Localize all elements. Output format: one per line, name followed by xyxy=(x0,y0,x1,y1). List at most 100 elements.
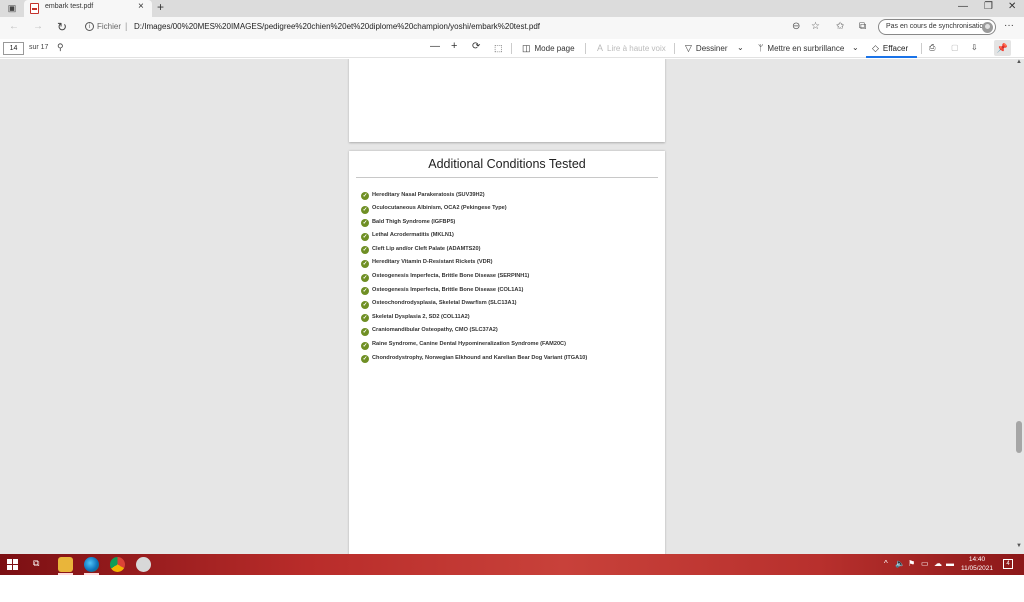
show-hidden-icons-icon[interactable]: ^ xyxy=(884,559,888,568)
highlight-dropdown-icon[interactable]: ⌄ xyxy=(852,43,859,52)
task-view-icon[interactable]: ⧉ xyxy=(33,558,39,569)
check-circle-icon: ✓ xyxy=(361,273,369,282)
volume-icon[interactable]: 🔈 xyxy=(895,559,905,568)
vertical-scrollbar[interactable]: ▲ ▼ xyxy=(1014,59,1024,554)
erase-label: Effacer xyxy=(882,44,909,53)
display-icon[interactable]: ▭ xyxy=(921,559,929,568)
mode-page-button[interactable]: ◫ Mode page xyxy=(522,43,575,54)
print-icon[interactable]: ⎙ xyxy=(929,43,935,53)
condition-text: Lethal Acrodermatitis (MKLN1) xyxy=(372,232,454,239)
profile-sync-button[interactable]: Pas en cours de synchronisation xyxy=(878,19,996,35)
read-aloud-button[interactable]: A Lire à haute voix xyxy=(597,43,666,53)
scroll-thumb[interactable] xyxy=(1016,421,1022,453)
clock-date: 11/05/2021 xyxy=(960,565,994,572)
pdf-file-icon xyxy=(30,3,39,14)
eraser-icon: ◇ xyxy=(872,43,879,53)
cloud-icon[interactable]: ☁ xyxy=(934,559,942,568)
more-icon[interactable]: ··· xyxy=(1004,20,1014,31)
draw-icon: ▽ xyxy=(685,43,692,53)
condition-text: Osteochondrodysplasia, Skeletal Dwarfism… xyxy=(372,300,517,307)
condition-text: Bald Thigh Syndrome (IGFBP5) xyxy=(372,218,456,225)
address-separator: | xyxy=(125,21,128,31)
chrome-icon[interactable] xyxy=(110,557,125,572)
save-as-icon[interactable]: ⇩ xyxy=(971,43,978,52)
search-icon[interactable]: ⚲ xyxy=(57,42,64,53)
restore-icon[interactable]: ❐ xyxy=(984,1,993,12)
check-circle-icon: ✓ xyxy=(361,205,369,214)
read-aloud-icon: A xyxy=(597,43,604,53)
page-number-input[interactable]: 14 xyxy=(3,42,24,55)
pdf-page-previous xyxy=(349,59,665,142)
info-icon[interactable]: i xyxy=(85,22,94,31)
forward-arrow-icon[interactable]: → xyxy=(33,21,43,32)
address-url-input[interactable]: D:/Images/00%20MES%20IMAGES/pedigree%20c… xyxy=(134,22,540,31)
tab-bar: ▣ embark test.pdf × + — ❐ ✕ xyxy=(0,0,1024,17)
condition-text: Chondrodystrophy, Norwegian Elkhound and… xyxy=(372,354,588,361)
page-title: Additional Conditions Tested xyxy=(428,157,586,171)
condition-text: Craniomandibular Osteopathy, CMO (SLC37A… xyxy=(372,327,498,334)
edge-browser-icon[interactable] xyxy=(84,557,99,572)
mode-page-label: Mode page xyxy=(534,44,575,53)
pdf-viewer: Additional Conditions Tested ✓ Hereditary… xyxy=(0,59,1024,554)
check-circle-icon: ✓ xyxy=(361,300,369,309)
conditions-list: ✓ Hereditary Nasal Parakeratosis (SUV39H2… xyxy=(361,191,661,368)
collections-icon[interactable]: ⧉ xyxy=(859,21,866,32)
condition-text: Skeletal Dysplasia 2, SD2 (COL11A2) xyxy=(372,313,470,320)
clock-time: 14:40 xyxy=(968,556,986,563)
condition-text: Cleft Lip and/or Cleft Palate (ADAMTS20) xyxy=(372,245,481,252)
pdf-toolbar: 14 sur 17 ⚲ — + ⟳ ⬚ ◫ Mode page A Lire à h… xyxy=(0,39,1024,58)
window-close-icon[interactable]: ✕ xyxy=(1008,1,1016,12)
minimize-icon[interactable]: — xyxy=(958,1,968,12)
condition-item: ✓ Chondrodystrophy, Norwegian Elkhound an… xyxy=(361,354,661,368)
toolbar-divider xyxy=(921,43,922,54)
scroll-up-icon[interactable]: ▲ xyxy=(1016,59,1022,65)
notification-center-icon[interactable]: 4 xyxy=(1003,559,1013,569)
tab-actions-icon[interactable]: ▣ xyxy=(4,2,20,15)
app-icon[interactable] xyxy=(136,557,151,572)
close-icon[interactable]: × xyxy=(138,1,144,12)
highlight-label: Mettre en surbrillance xyxy=(767,44,845,53)
scroll-down-icon[interactable]: ▼ xyxy=(1016,543,1022,549)
check-circle-icon: ✓ xyxy=(361,219,369,228)
new-tab-button[interactable]: + xyxy=(157,0,164,14)
star-add-icon[interactable]: ☆ xyxy=(811,21,820,32)
zoom-icon[interactable]: ⊖ xyxy=(792,21,800,32)
condition-item: ✓ Osteogenesis Imperfecta, Brittle Bone D… xyxy=(361,273,661,287)
condition-item: ✓ Craniomandibular Osteopathy, CMO (SLC37… xyxy=(361,327,661,341)
pdf-page-current: Additional Conditions Tested ✓ Hereditary… xyxy=(349,151,665,554)
condition-item: ✓ Osteogenesis Imperfecta, Brittle Bone D… xyxy=(361,286,661,300)
check-circle-icon: ✓ xyxy=(361,314,369,323)
windows-start-icon[interactable] xyxy=(7,559,18,570)
rotate-icon[interactable]: ⟳ xyxy=(472,41,480,52)
check-circle-icon: ✓ xyxy=(361,232,369,241)
active-tool-indicator xyxy=(866,56,917,58)
network-icon[interactable]: ⚑ xyxy=(908,559,915,568)
condition-item: ✓ Osteochondrodysplasia, Skeletal Dwarfis… xyxy=(361,300,661,314)
file-explorer-icon[interactable] xyxy=(58,557,73,572)
tab-title: embark test.pdf xyxy=(45,3,94,10)
fit-page-icon[interactable]: ⬚ xyxy=(494,43,503,54)
draw-button[interactable]: ▽ Dessiner xyxy=(685,43,728,54)
save-icon[interactable]: ▢ xyxy=(951,43,959,52)
favorites-icon[interactable]: ✩ xyxy=(836,21,844,32)
check-circle-icon: ✓ xyxy=(361,246,369,255)
zoom-out-button[interactable]: — xyxy=(430,41,440,52)
pin-toolbar-icon[interactable]: 📌 xyxy=(994,40,1011,56)
toolbar-divider xyxy=(674,43,675,54)
avatar xyxy=(982,22,993,33)
draw-dropdown-icon[interactable]: ⌄ xyxy=(737,43,744,52)
highlight-button[interactable]: ᛘ Mettre en surbrillance xyxy=(758,43,844,53)
erase-button[interactable]: ◇ Effacer xyxy=(872,43,908,54)
check-circle-icon: ✓ xyxy=(361,192,369,200)
condition-text: Oculocutaneous Albinism, OCA2 (Pekingese… xyxy=(372,205,507,212)
tab-embark-pdf[interactable]: embark test.pdf × xyxy=(24,0,152,17)
system-clock[interactable]: 14:40 11/05/2021 xyxy=(958,555,996,573)
condition-text: Osteogenesis Imperfecta, Brittle Bone Di… xyxy=(372,286,524,293)
battery-icon[interactable]: ▬ xyxy=(946,559,954,568)
refresh-icon[interactable]: ↻ xyxy=(57,20,67,34)
windows-taskbar: ⧉ ^ 🔈 ⚑ ▭ ☁ ▬ 14:40 11/05/2021 4 xyxy=(0,554,1024,575)
heading-divider xyxy=(356,177,658,178)
zoom-in-button[interactable]: + xyxy=(451,40,457,52)
toolbar-divider xyxy=(585,43,586,54)
back-arrow-icon[interactable]: ← xyxy=(9,21,19,32)
